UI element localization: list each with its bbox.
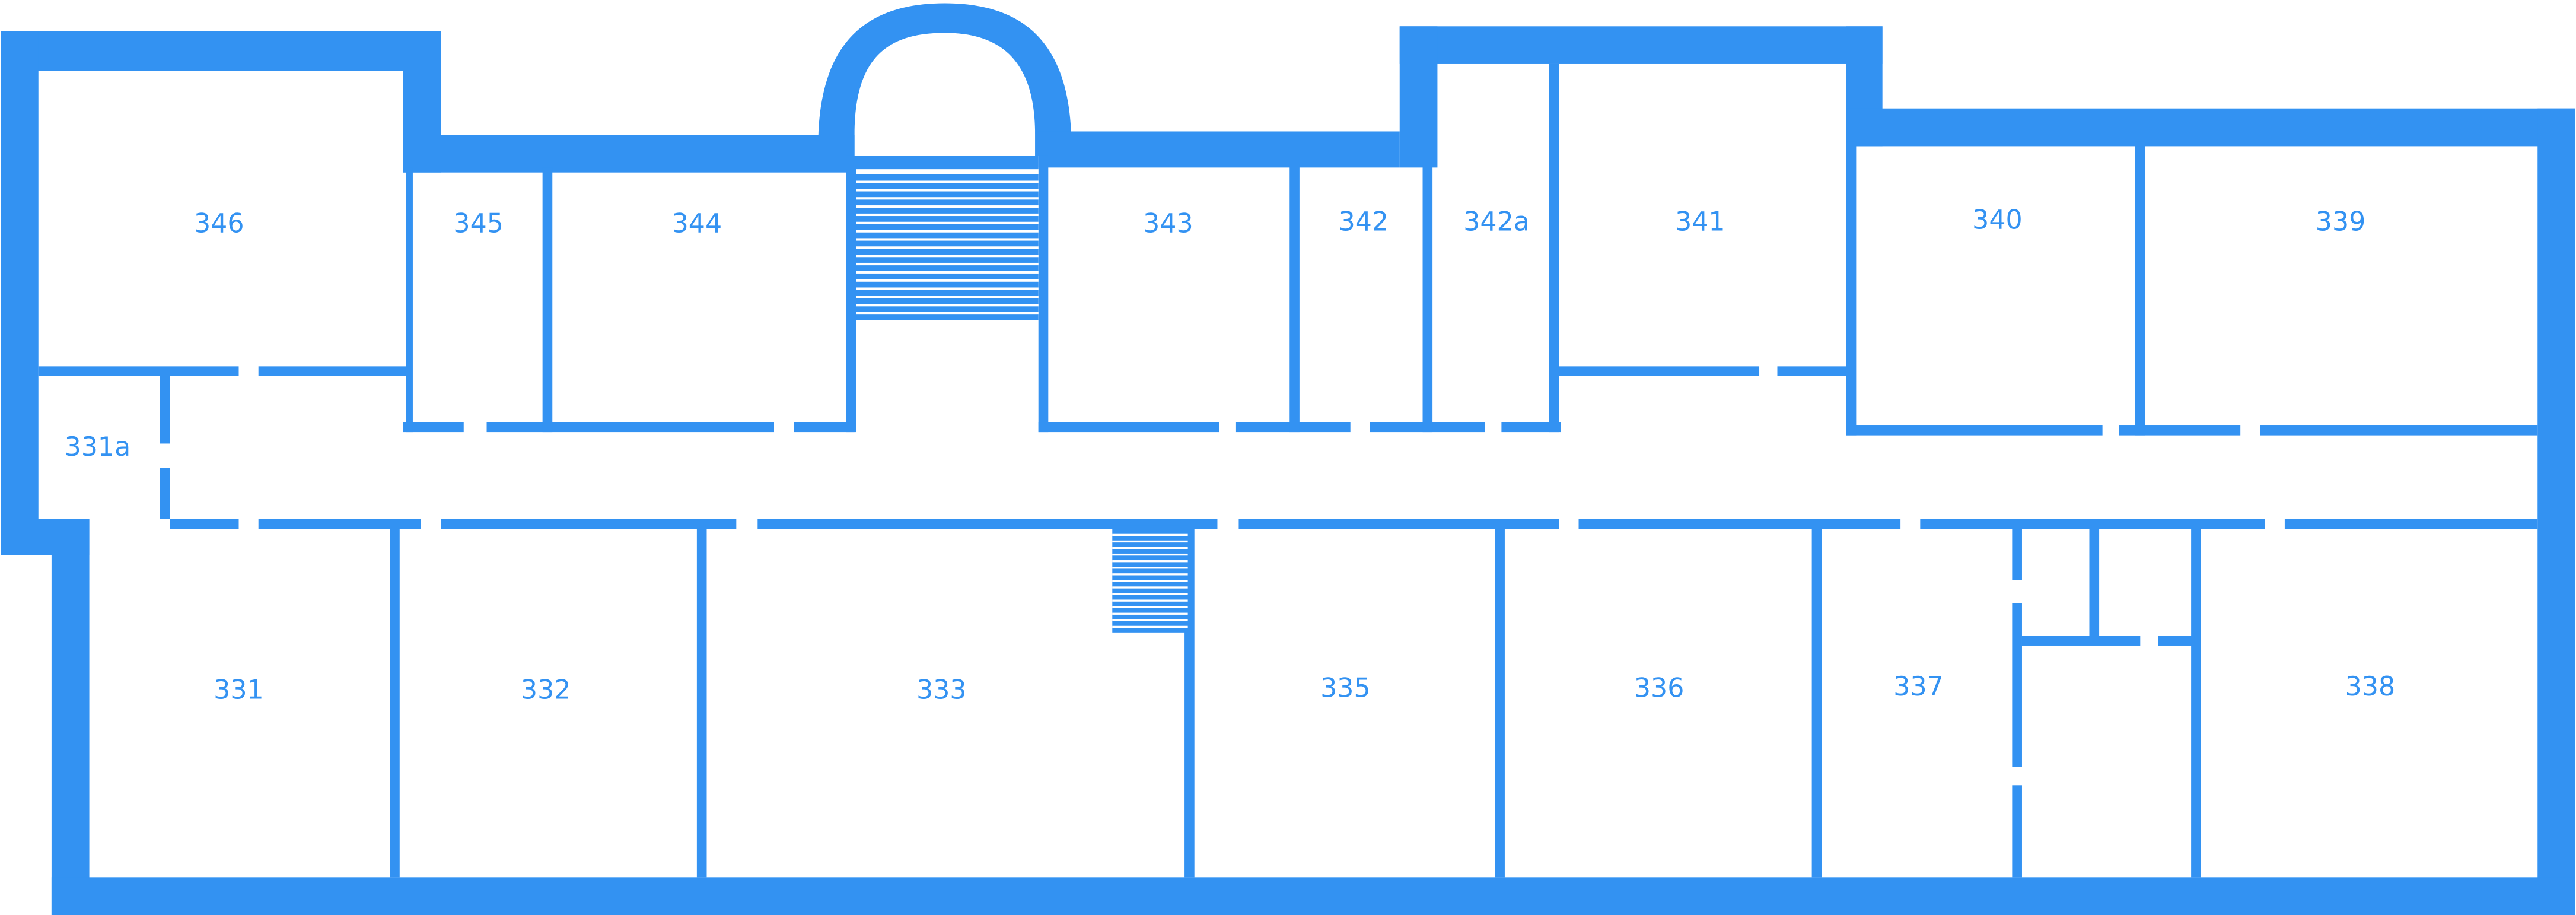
room-label-332[interactable]: 332: [521, 675, 571, 705]
room-labels: 346 345 344 343 342 342a 341 340 339 331…: [65, 205, 2396, 706]
stairs-upper: [856, 155, 1039, 320]
room-label-331[interactable]: 331: [214, 675, 264, 705]
room-label-338[interactable]: 338: [2345, 672, 2396, 702]
floor-plan: 346 345 344 343 342 342a 341 340 339 331…: [1, 3, 2575, 915]
room-label-336[interactable]: 336: [1634, 673, 1685, 704]
room-label-342[interactable]: 342: [1339, 207, 1389, 237]
room-label-344[interactable]: 344: [672, 208, 722, 239]
room-label-342a[interactable]: 342a: [1463, 207, 1530, 237]
room-label-345[interactable]: 345: [453, 208, 504, 239]
stairs-lower: [1112, 525, 1188, 633]
room-label-333[interactable]: 333: [916, 675, 967, 705]
room-label-341[interactable]: 341: [1675, 207, 1725, 237]
room-label-339[interactable]: 339: [2316, 207, 2366, 237]
room-label-340[interactable]: 340: [1972, 205, 2023, 236]
room-label-335[interactable]: 335: [1320, 673, 1371, 704]
walls: [1, 3, 2575, 915]
room-label-331a[interactable]: 331a: [65, 432, 131, 462]
room-label-346[interactable]: 346: [194, 208, 244, 239]
room-label-337[interactable]: 337: [1893, 672, 1944, 702]
room-label-343[interactable]: 343: [1143, 208, 1193, 239]
